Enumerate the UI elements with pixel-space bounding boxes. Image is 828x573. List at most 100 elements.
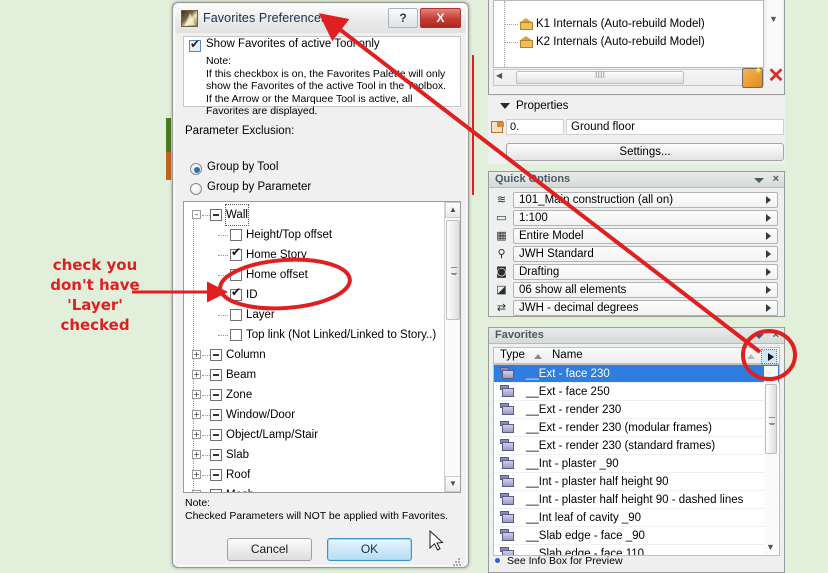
close-button[interactable]: X bbox=[420, 8, 461, 28]
parameter-tree[interactable]: – Wall Height/Top offset Home Story Home off… bbox=[183, 201, 461, 493]
tree-row[interactable]: + Zone bbox=[188, 385, 444, 405]
tree-checkbox[interactable] bbox=[230, 245, 242, 261]
column-header-type[interactable]: Type bbox=[500, 349, 525, 361]
quick-option-field[interactable]: 06 show all elements bbox=[513, 282, 778, 298]
parameter-tree-scrollbar[interactable]: ▲ ▼ bbox=[444, 202, 460, 492]
expand-plus-icon[interactable]: + bbox=[192, 470, 201, 479]
radio-group-by-tool[interactable] bbox=[190, 163, 202, 175]
favorites-scroll-down-arrow[interactable]: ▼ bbox=[766, 542, 775, 552]
tree-checkbox[interactable] bbox=[210, 409, 222, 421]
expand-plus-icon[interactable]: + bbox=[192, 490, 201, 492]
chevron-right-icon[interactable] bbox=[766, 196, 771, 204]
radio-group-by-parameter[interactable] bbox=[190, 183, 202, 195]
chevron-right-icon[interactable] bbox=[766, 250, 771, 258]
tree-row[interactable]: Top link (Not Linked/Linked to Story..) bbox=[188, 325, 444, 345]
tree-row[interactable]: + Column bbox=[188, 345, 444, 365]
tree-checkbox[interactable] bbox=[230, 285, 242, 301]
tree-checkbox[interactable] bbox=[210, 369, 222, 381]
radio-group-by-tool-label[interactable]: Group by Tool bbox=[207, 161, 278, 173]
tree-row[interactable]: + Slab bbox=[188, 445, 444, 465]
quick-option-row[interactable]: ≋ 101_Main construction (all on) bbox=[489, 191, 784, 209]
tree-checkbox[interactable] bbox=[210, 349, 222, 361]
favorites-list[interactable]: __Ext - face 230 __Ext - face 250 __Ext - … bbox=[493, 364, 780, 556]
favorite-item[interactable]: __Int - plaster half height 90 - dashed … bbox=[494, 491, 779, 509]
tree-row[interactable]: Height/Top offset bbox=[188, 225, 444, 245]
tree-row[interactable]: Home Story bbox=[188, 245, 444, 265]
quick-option-row[interactable]: ◙ Drafting bbox=[489, 263, 784, 281]
quick-option-row[interactable]: ▭ 1:100 bbox=[489, 209, 784, 227]
tree-scroll-down-arrow[interactable]: ▼ bbox=[445, 476, 460, 492]
quick-option-field[interactable]: 101_Main construction (all on) bbox=[513, 192, 778, 208]
favorites-scrollbar[interactable]: ▼ bbox=[764, 366, 778, 554]
story-scroll-left-arrow[interactable]: ◀ bbox=[496, 71, 502, 80]
expand-plus-icon[interactable]: + bbox=[192, 450, 201, 459]
tree-row[interactable]: Home offset bbox=[188, 265, 444, 285]
expand-plus-icon[interactable]: + bbox=[192, 410, 201, 419]
favorites-close-icon[interactable]: × bbox=[773, 329, 779, 341]
column-header-name[interactable]: Name bbox=[552, 349, 583, 361]
favorites-collapse-icon[interactable] bbox=[754, 334, 764, 339]
tree-checkbox[interactable] bbox=[210, 389, 222, 401]
help-button[interactable]: ? bbox=[388, 8, 418, 28]
chevron-right-icon[interactable] bbox=[766, 268, 771, 276]
quick-option-field[interactable]: Drafting bbox=[513, 264, 778, 280]
quick-option-field[interactable]: JWH - decimal degrees bbox=[513, 300, 778, 316]
tree-scroll-up-arrow[interactable]: ▲ bbox=[445, 202, 460, 218]
favorite-item[interactable]: __Ext - face 230 bbox=[494, 365, 779, 383]
quick-option-row[interactable]: ⇄ JWH - decimal degrees bbox=[489, 299, 784, 317]
favorite-item[interactable]: __Int - plaster half height 90 bbox=[494, 473, 779, 491]
story-list-vertical-scrollbar[interactable]: ▼ bbox=[767, 0, 782, 68]
tree-row[interactable]: Layer bbox=[188, 305, 444, 325]
tree-checkbox[interactable] bbox=[230, 229, 242, 241]
favorite-item[interactable]: __Int leaf of cavity _90 bbox=[494, 509, 779, 527]
tree-row[interactable]: + Object/Lamp/Stair bbox=[188, 425, 444, 445]
tree-row[interactable]: + Roof bbox=[188, 465, 444, 485]
expand-plus-icon[interactable]: + bbox=[192, 350, 201, 359]
tree-checkbox[interactable] bbox=[210, 429, 222, 441]
chevron-right-icon[interactable] bbox=[766, 286, 771, 294]
tree-row[interactable]: ID bbox=[188, 285, 444, 305]
chevron-right-icon[interactable] bbox=[766, 304, 771, 312]
favorite-item[interactable]: __Ext - face 250 bbox=[494, 383, 779, 401]
radio-group-by-parameter-label[interactable]: Group by Parameter bbox=[207, 181, 311, 193]
tree-row[interactable]: – Wall bbox=[188, 204, 444, 226]
story-scroll-down-arrow[interactable]: ▼ bbox=[769, 14, 778, 24]
favorites-scroll-thumb[interactable] bbox=[765, 384, 777, 454]
quick-options-close-icon[interactable]: × bbox=[773, 173, 779, 185]
cancel-button[interactable]: Cancel bbox=[227, 538, 312, 561]
story-number-field[interactable]: 0. bbox=[506, 119, 564, 135]
ok-button[interactable]: OK bbox=[327, 538, 412, 561]
story-row[interactable]: K1 Internals (Auto-rebuild Model) bbox=[494, 15, 763, 33]
tree-checkbox[interactable] bbox=[210, 469, 222, 481]
resize-grip[interactable] bbox=[453, 558, 461, 566]
new-story-icon[interactable] bbox=[742, 64, 763, 88]
quick-option-row[interactable]: ⚲ JWH Standard bbox=[489, 245, 784, 263]
chevron-right-icon[interactable] bbox=[766, 232, 771, 240]
expand-plus-icon[interactable]: + bbox=[192, 390, 201, 399]
sort-ascending-icon[interactable] bbox=[534, 354, 542, 359]
expand-plus-icon[interactable]: + bbox=[192, 370, 201, 379]
favorite-item[interactable]: __Ext - render 230 bbox=[494, 401, 779, 419]
story-hscroll-thumb[interactable] bbox=[516, 71, 684, 84]
tree-checkbox[interactable] bbox=[210, 489, 222, 492]
quick-option-row[interactable]: ▦ Entire Model bbox=[489, 227, 784, 245]
tree-checkbox[interactable] bbox=[230, 329, 242, 341]
story-row[interactable]: K2 Internals (Auto-rebuild Model) bbox=[494, 33, 763, 51]
story-list-horizontal-scrollbar[interactable]: ◀ ▶ bbox=[493, 69, 764, 86]
tree-row[interactable]: + Mesh bbox=[188, 485, 444, 492]
quick-option-field[interactable]: Entire Model bbox=[513, 228, 778, 244]
favorite-item[interactable]: __Ext - render 230 (standard frames) bbox=[494, 437, 779, 455]
story-name-field[interactable]: Ground floor bbox=[566, 119, 784, 135]
quick-options-collapse-icon[interactable] bbox=[754, 178, 764, 183]
delete-story-icon[interactable]: ✕ bbox=[766, 66, 786, 88]
favorites-titlebar[interactable]: Favorites × bbox=[489, 328, 784, 344]
show-favorites-checkbox[interactable] bbox=[189, 37, 201, 52]
collapse-minus-icon[interactable]: – bbox=[192, 210, 201, 219]
settings-button[interactable]: Settings... bbox=[506, 143, 784, 161]
quick-option-field[interactable]: JWH Standard bbox=[513, 246, 778, 262]
tree-row[interactable]: + Window/Door bbox=[188, 405, 444, 425]
expand-plus-icon[interactable]: + bbox=[192, 430, 201, 439]
chevron-right-icon[interactable] bbox=[766, 214, 771, 222]
favorite-item[interactable]: __Slab edge - face _90 bbox=[494, 527, 779, 545]
tree-checkbox[interactable] bbox=[210, 449, 222, 461]
